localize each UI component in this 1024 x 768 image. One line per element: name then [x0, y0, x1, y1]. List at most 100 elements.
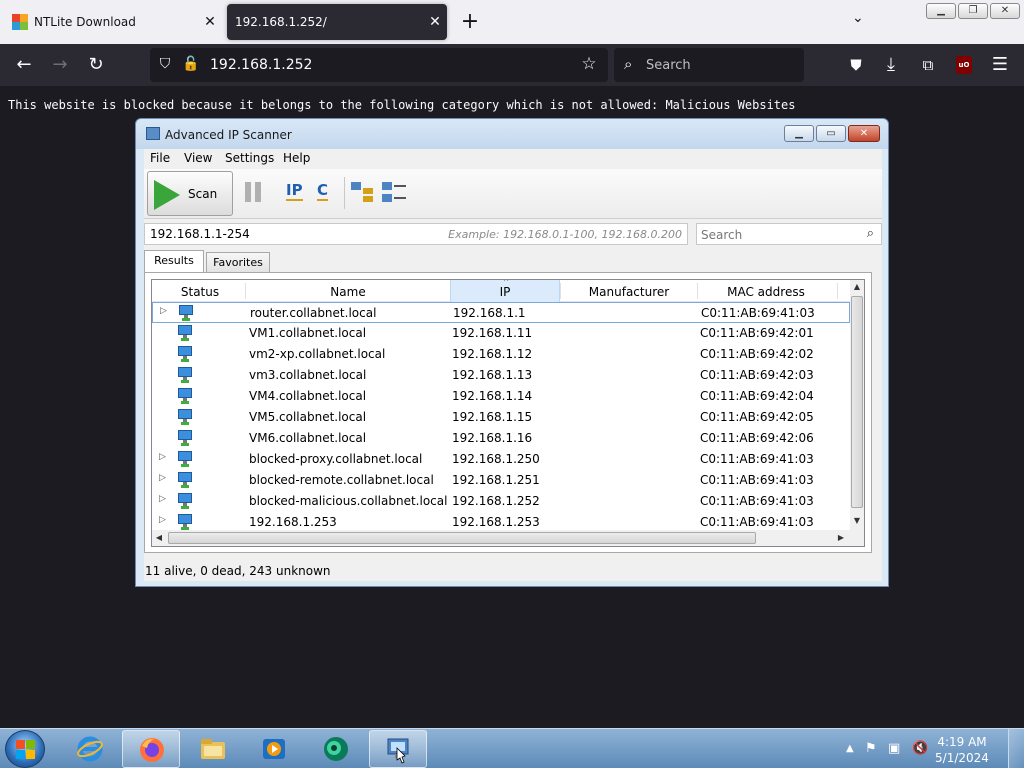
media-player-icon[interactable] [245, 730, 303, 768]
column-header-mac[interactable]: MAC address [698, 285, 834, 299]
table-row[interactable]: ▷ blocked-proxy.collabnet.local 192.168.… [152, 449, 850, 470]
column-header-manufacturer[interactable]: Manufacturer [561, 285, 697, 299]
window-title-bar[interactable]: Advanced IP Scanner ▁ ▭ ✕ [136, 119, 888, 149]
table-row[interactable]: VM5.collabnet.local 192.168.1.15 C0:11:A… [152, 407, 850, 428]
search-bar[interactable]: ⌕ Search [614, 48, 804, 82]
scroll-thumb[interactable] [851, 296, 863, 508]
start-button[interactable] [5, 730, 45, 768]
tab-ntlite-download[interactable]: NTLite Download ✕ [4, 4, 222, 40]
scroll-right-arrow-icon[interactable]: ▶ [834, 530, 848, 546]
expand-all-icon[interactable] [351, 180, 375, 204]
scroll-thumb[interactable] [168, 532, 756, 544]
table-row[interactable]: vm3.collabnet.local 192.168.1.13 C0:11:A… [152, 365, 850, 386]
insecure-lock-icon[interactable]: 🔓 [182, 56, 200, 74]
cell-name: blocked-proxy.collabnet.local [249, 452, 423, 466]
close-window-button[interactable]: ✕ [990, 3, 1020, 19]
scroll-left-arrow-icon[interactable]: ◀ [152, 530, 166, 546]
computer-icon [178, 388, 192, 404]
cell-name: vm3.collabnet.local [249, 368, 367, 382]
table-row[interactable]: vm2-xp.collabnet.local 192.168.1.12 C0:1… [152, 344, 850, 365]
expand-icon[interactable]: ▷ [159, 515, 166, 525]
show-desktop-button[interactable] [1008, 729, 1024, 768]
ntlite-favicon-icon [12, 14, 28, 30]
ip-range-value[interactable]: 192.168.1.1-254 [150, 227, 250, 241]
list-all-tabs-button[interactable]: ⌄ [852, 10, 864, 26]
url-bar[interactable]: ⛉ 🔓 192.168.1.252 ☆ [150, 48, 608, 82]
action-center-flag-icon[interactable]: ⚑ [865, 741, 877, 756]
minimize-button[interactable]: ▁ [784, 125, 814, 142]
table-row[interactable]: ▷ blocked-malicious.collabnet.local 192.… [152, 491, 850, 512]
pause-button[interactable] [245, 182, 261, 202]
url-text[interactable]: 192.168.1.252 [210, 57, 312, 73]
network-icon[interactable]: ▣ [888, 741, 900, 756]
extensions-icon[interactable]: ⧉ [915, 53, 941, 77]
tab-active-page[interactable]: 192.168.1.252/ ✕ [227, 4, 447, 40]
show-hidden-icons-arrow-icon[interactable]: ▲ [846, 743, 854, 754]
expand-icon[interactable]: ▷ [159, 452, 166, 462]
close-tab-icon[interactable]: ✕ [423, 14, 447, 30]
file-explorer-icon[interactable] [184, 730, 242, 768]
horizontal-scrollbar[interactable]: ◀ ▶ [152, 530, 850, 546]
ip-range-input[interactable]: 192.168.1.1-254 Example: 192.168.0.1-100… [144, 223, 688, 245]
bookmark-star-icon[interactable]: ☆ [580, 54, 598, 74]
downloads-icon[interactable]: ⤓ [878, 53, 904, 77]
menu-hamburger-icon[interactable]: ☰ [987, 53, 1013, 77]
menu-settings[interactable]: Settings [225, 151, 274, 165]
menu-help[interactable]: Help [283, 151, 310, 165]
ublock-origin-icon[interactable]: uO [956, 56, 972, 74]
expand-icon[interactable]: ▷ [159, 473, 166, 483]
advanced-ip-scanner-icon[interactable] [369, 730, 427, 768]
maximize-button[interactable]: ▭ [816, 125, 846, 142]
table-row[interactable]: VM6.collabnet.local 192.168.1.16 C0:11:A… [152, 428, 850, 449]
column-header-ip[interactable]: IP [450, 285, 560, 299]
column-header-status[interactable]: Status [172, 285, 228, 299]
new-tab-button[interactable]: + [458, 9, 482, 34]
table-row[interactable]: VM1.collabnet.local 192.168.1.11 C0:11:A… [152, 323, 850, 344]
firefox-icon[interactable] [122, 730, 180, 768]
table-row[interactable]: VM4.collabnet.local 192.168.1.14 C0:11:A… [152, 386, 850, 407]
window-client-area: File View Settings Help Scan IP C 192.16… [144, 149, 882, 581]
forward-arrow-icon[interactable]: → [47, 53, 73, 77]
table-row[interactable]: ▷ router.collabnet.local 192.168.1.1 C0:… [152, 302, 850, 323]
cell-mac: C0:11:AB:69:41:03 [700, 452, 814, 466]
volume-muted-icon[interactable]: 🔇 [912, 741, 928, 756]
restore-button[interactable]: ❐ [958, 3, 988, 19]
green-app-icon[interactable] [307, 730, 365, 768]
cell-mac: C0:11:AB:69:42:02 [700, 347, 814, 361]
computer-icon [179, 305, 193, 321]
back-arrow-icon[interactable]: ← [11, 53, 37, 77]
reload-icon[interactable]: ↻ [83, 53, 109, 77]
clock-time: 4:19 AM [937, 735, 987, 749]
menu-file[interactable]: File [150, 151, 170, 165]
tab-results[interactable]: Results [144, 250, 204, 273]
cell-ip: 192.168.1.13 [452, 368, 533, 382]
internet-explorer-icon[interactable] [61, 730, 119, 768]
minimize-button[interactable]: ▁ [926, 3, 956, 19]
computer-icon [178, 472, 192, 488]
advanced-ip-scanner-window: Advanced IP Scanner ▁ ▭ ✕ File View Sett… [135, 118, 889, 587]
pocket-icon[interactable]: ⛊ [843, 53, 869, 77]
cell-ip: 192.168.1.14 [452, 389, 533, 403]
close-tab-icon[interactable]: ✕ [198, 14, 222, 30]
cell-ip: 192.168.1.250 [452, 452, 540, 466]
menu-view[interactable]: View [184, 151, 212, 165]
scan-button[interactable]: Scan [147, 171, 233, 216]
search-input[interactable]: Search ⌕ [696, 223, 882, 245]
expand-icon[interactable]: ▷ [160, 306, 167, 316]
table-row[interactable]: ▷ blocked-remote.collabnet.local 192.168… [152, 470, 850, 491]
tab-favorites[interactable]: Favorites [206, 252, 270, 272]
vertical-scrollbar[interactable]: ▲ ▼ [850, 280, 864, 530]
table-header: Status Name IP ^ Manufacturer MAC addres… [152, 280, 850, 302]
collapse-all-icon[interactable] [382, 180, 406, 204]
column-header-name[interactable]: Name [246, 285, 450, 299]
search-placeholder: Search [701, 228, 743, 242]
close-window-button[interactable]: ✕ [848, 125, 880, 142]
cell-name: blocked-malicious.collabnet.local [249, 494, 448, 508]
tracking-shield-icon[interactable]: ⛉ [156, 56, 174, 74]
scroll-up-arrow-icon[interactable]: ▲ [850, 280, 864, 294]
class-c-subnet-button[interactable]: C [317, 181, 329, 201]
scroll-down-arrow-icon[interactable]: ▼ [850, 514, 864, 528]
ip-subnet-button[interactable]: IP [286, 181, 303, 201]
expand-icon[interactable]: ▷ [159, 494, 166, 504]
clock[interactable]: 4:19 AM 5/1/2024 [932, 734, 992, 766]
